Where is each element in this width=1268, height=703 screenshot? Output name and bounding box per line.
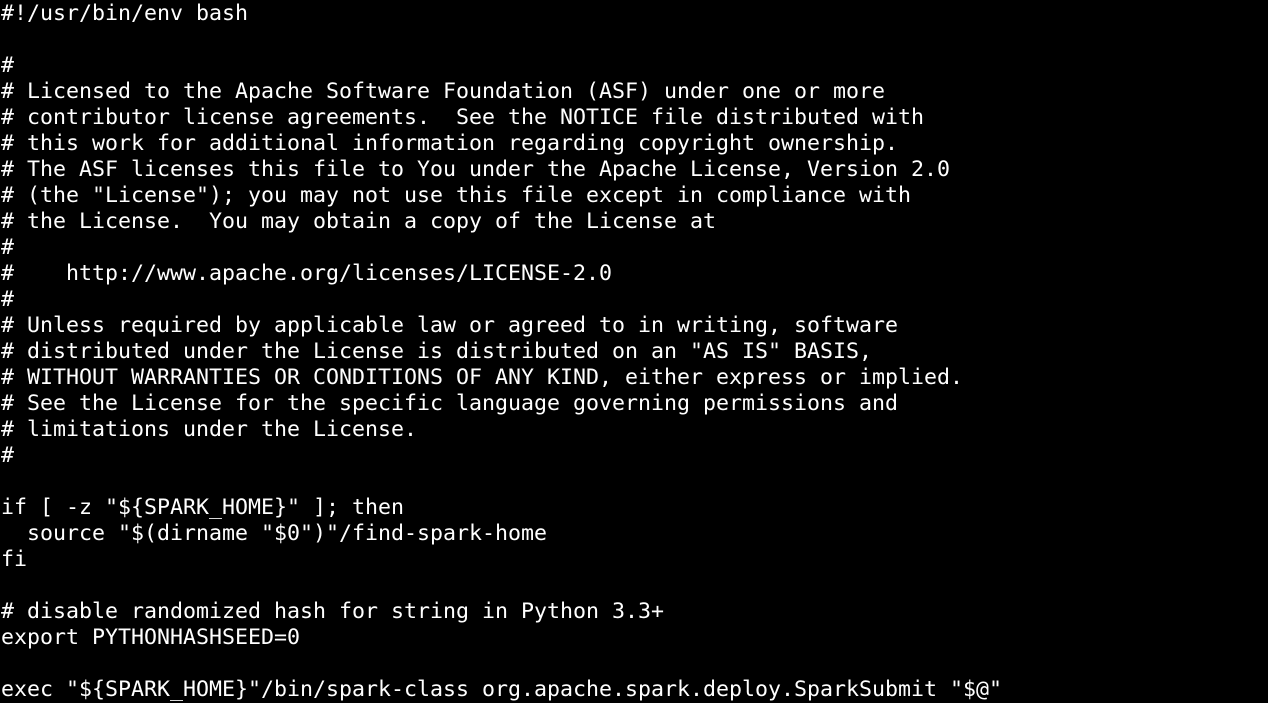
- code-line: export PYTHONHASHSEED=0: [1, 625, 301, 650]
- code-line: # See the License for the specific langu…: [1, 391, 899, 416]
- code-line: #!/usr/bin/env bash: [1, 1, 249, 26]
- code-line: # Licensed to the Apache Software Founda…: [1, 79, 886, 104]
- code-line: # contributor license agreements. See th…: [1, 105, 925, 130]
- code-line: # Unless required by applicable law or a…: [1, 313, 899, 338]
- code-line: #: [1, 443, 15, 468]
- code-line: # this work for additional information r…: [1, 131, 899, 156]
- code-line: #: [1, 235, 15, 260]
- code-line: # The ASF licenses this file to You unde…: [1, 157, 951, 182]
- code-line: # http://www.apache.org/licenses/LICENSE…: [1, 261, 613, 286]
- code-line: # limitations under the License.: [1, 417, 418, 442]
- code-line: # the License. You may obtain a copy of …: [1, 209, 717, 234]
- code-line: # distributed under the License is distr…: [1, 339, 873, 364]
- code-line: #: [1, 287, 15, 312]
- code-line: # (the "License"); you may not use this …: [1, 183, 912, 208]
- code-line: exec "${SPARK_HOME}"/bin/spark-class org…: [1, 677, 1003, 702]
- code-line: # disable randomized hash for string in …: [1, 599, 665, 624]
- code-line: source "$(dirname "$0")"/find-spark-home: [1, 521, 548, 546]
- code-line: if [ -z "${SPARK_HOME}" ]; then: [1, 495, 405, 520]
- terminal-window[interactable]: #!/usr/bin/env bash # # Licensed to the …: [0, 0, 1268, 703]
- code-line: # WITHOUT WARRANTIES OR CONDITIONS OF AN…: [1, 365, 964, 390]
- code-line: fi: [1, 547, 28, 572]
- code-line: #: [1, 53, 15, 78]
